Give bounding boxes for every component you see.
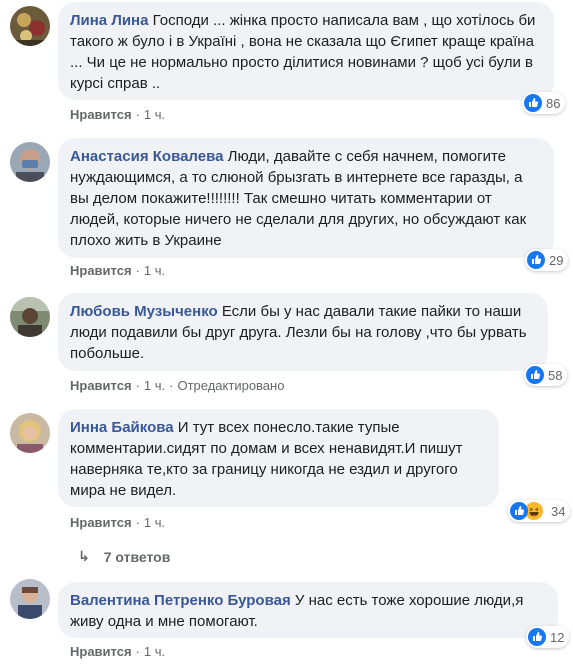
avatar[interactable] — [10, 142, 50, 182]
comment-author[interactable]: Валентина Петренко Буровая — [70, 592, 291, 609]
like-button[interactable]: Нравится — [70, 263, 132, 278]
comment-actions: Нравится · 1 ч. — [70, 515, 166, 530]
replies-count-label: 7 ответов — [103, 548, 171, 565]
avatar[interactable] — [10, 579, 50, 619]
like-button[interactable]: Нравится — [70, 644, 132, 659]
reactions-count: 34 — [551, 503, 566, 519]
comment-time[interactable]: 1 ч. — [144, 107, 165, 122]
like-icon — [524, 94, 542, 112]
reactions-badge[interactable]: 29 — [525, 249, 569, 271]
comment-time[interactable]: 1 ч. — [144, 515, 165, 530]
comment-actions: Нравится · 1 ч. — [70, 644, 166, 659]
comment-time[interactable]: 1 ч. — [144, 644, 165, 659]
reactions-badge[interactable]: 12 — [526, 626, 570, 648]
comment-bubble: Валентина Петренко Буровая У нас есть то… — [58, 582, 558, 638]
reactions-count: 86 — [546, 95, 561, 111]
comment-author[interactable]: Любовь Музыченко — [70, 303, 218, 320]
comment-author[interactable]: Анастасия Ковалева — [70, 148, 223, 165]
comment-author[interactable]: Лина Лина — [70, 12, 148, 29]
view-replies-link[interactable]: ↳ 7 ответов — [78, 548, 170, 565]
reactions-count: 29 — [549, 252, 564, 268]
reactions-badge[interactable]: 34 — [508, 500, 571, 522]
reactions-count: 58 — [548, 367, 563, 383]
comment-actions: Нравится · 1 ч. — [70, 107, 166, 122]
reactions-count: 12 — [550, 629, 565, 645]
reactions-badge[interactable]: 58 — [524, 364, 568, 386]
comment-time[interactable]: 1 ч. — [144, 263, 165, 278]
edited-label[interactable]: Отредактировано — [177, 378, 284, 393]
comment-bubble: Инна Байкова И тут всех понесло.такие ту… — [58, 409, 499, 507]
comment-bubble: Лина Лина Господи ... жінка просто напис… — [58, 2, 554, 100]
comment-bubble: Любовь Музыченко Если бы у нас давали та… — [58, 293, 548, 371]
like-icon — [528, 628, 546, 646]
reply-arrow-icon: ↳ — [78, 548, 90, 564]
comment-actions: Нравится · 1 ч. — [70, 263, 166, 278]
avatar[interactable] — [10, 297, 50, 337]
comment-author[interactable]: Инна Байкова — [70, 419, 174, 436]
like-icon — [526, 366, 544, 384]
avatar[interactable] — [10, 413, 50, 453]
comment-bubble: Анастасия Ковалева Люди, давайте с себя … — [58, 138, 554, 258]
avatar[interactable] — [10, 6, 50, 46]
like-button[interactable]: Нравится — [70, 107, 132, 122]
like-icon — [510, 502, 528, 520]
like-button[interactable]: Нравится — [70, 378, 132, 393]
like-button[interactable]: Нравится — [70, 515, 132, 530]
comment-actions: Нравится · 1 ч. · Отредактировано — [70, 378, 285, 393]
reactions-badge[interactable]: 86 — [522, 92, 566, 114]
like-icon — [527, 251, 545, 269]
comment-time[interactable]: 1 ч. — [144, 378, 165, 393]
